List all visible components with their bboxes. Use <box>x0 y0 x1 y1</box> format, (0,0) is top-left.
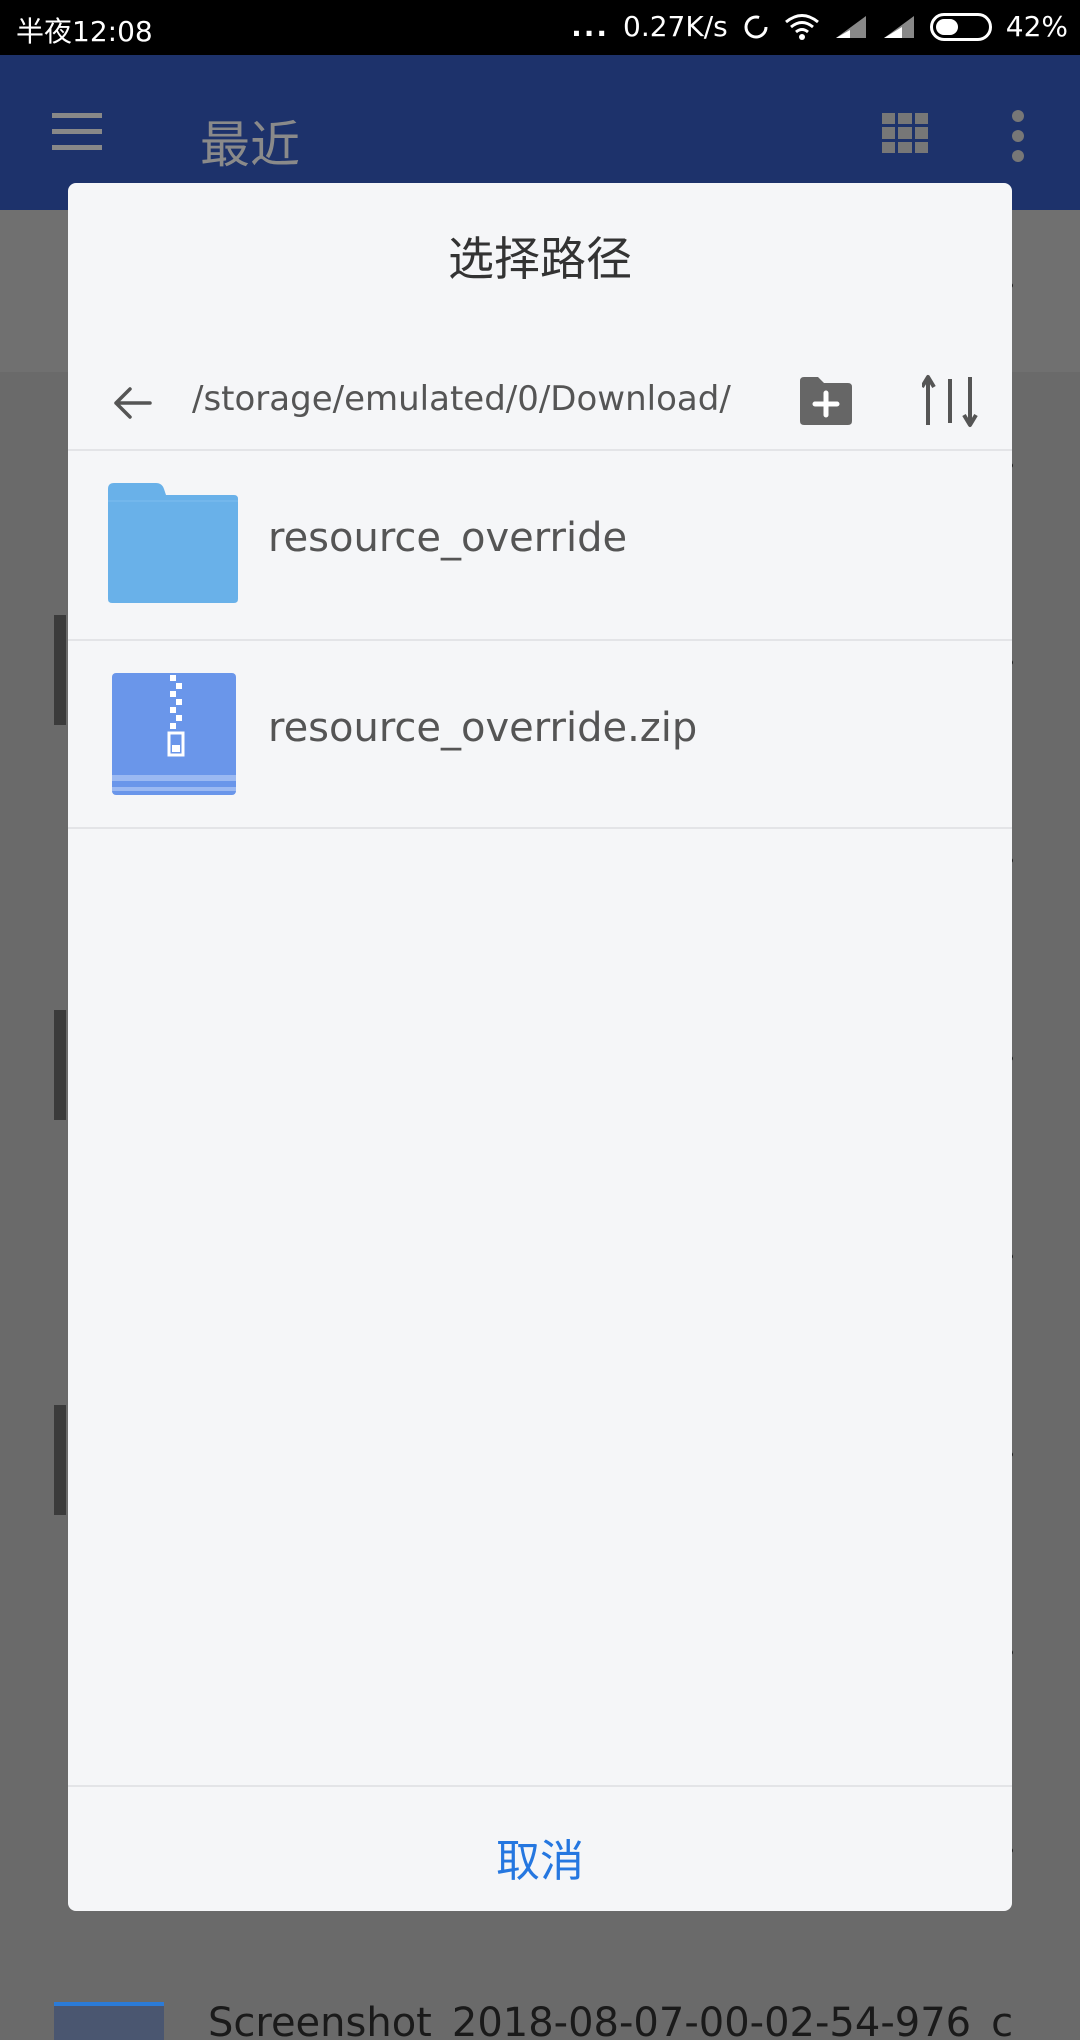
background-thumbnail <box>54 1405 66 1515</box>
signal-icon <box>835 15 866 38</box>
background-thumbnail <box>54 615 66 725</box>
divider <box>68 827 1012 829</box>
more-options-icon[interactable] <box>1012 110 1024 170</box>
app-title: 最近 <box>200 116 300 174</box>
status-icons: ... 0.27K/s 42% <box>571 10 1068 43</box>
background-thumbnail <box>54 1010 66 1120</box>
network-speed: 0.27K/s <box>623 10 728 43</box>
signal-icon-2 <box>883 15 914 38</box>
background-list-item: Screenshot_2018-08-07-00-02-54-976_c <box>0 1930 1080 2040</box>
list-item-name: resource_override <box>268 515 628 561</box>
wifi-icon <box>784 13 819 40</box>
battery-level: 42% <box>1005 10 1068 43</box>
status-bar: 半夜12:08 ... 0.27K/s 42% <box>0 0 1080 55</box>
new-folder-icon[interactable] <box>798 375 854 427</box>
sort-icon[interactable] <box>922 373 978 429</box>
status-time: 半夜12:08 <box>16 15 153 48</box>
sync-icon <box>744 15 768 38</box>
battery-icon <box>929 12 992 41</box>
list-item-folder[interactable]: resource_override <box>68 451 1012 639</box>
grid-view-icon[interactable] <box>882 113 928 153</box>
more-notifications-icon: ... <box>571 10 610 43</box>
background-item-name: Screenshot_2018-08-07-00-02-54-976_c <box>208 2000 1014 2040</box>
menu-icon[interactable] <box>52 113 102 151</box>
folder-icon <box>108 483 238 603</box>
list-item-name: resource_override.zip <box>268 705 698 751</box>
background-item-thumbnail <box>54 2002 164 2040</box>
zip-archive-icon <box>112 673 236 795</box>
path-bar: /storage/emulated/0/Download/ <box>68 353 1012 453</box>
dialog-title: 选择路径 <box>448 232 632 286</box>
current-path: /storage/emulated/0/Download/ <box>192 379 731 419</box>
cancel-button[interactable]: 取消 <box>68 1787 1012 1911</box>
list-item-zip[interactable]: resource_override.zip <box>68 641 1012 829</box>
select-path-dialog: 选择路径 /storage/emulated/0/Download/ resou… <box>68 183 1012 1911</box>
back-arrow-icon[interactable] <box>110 381 154 425</box>
